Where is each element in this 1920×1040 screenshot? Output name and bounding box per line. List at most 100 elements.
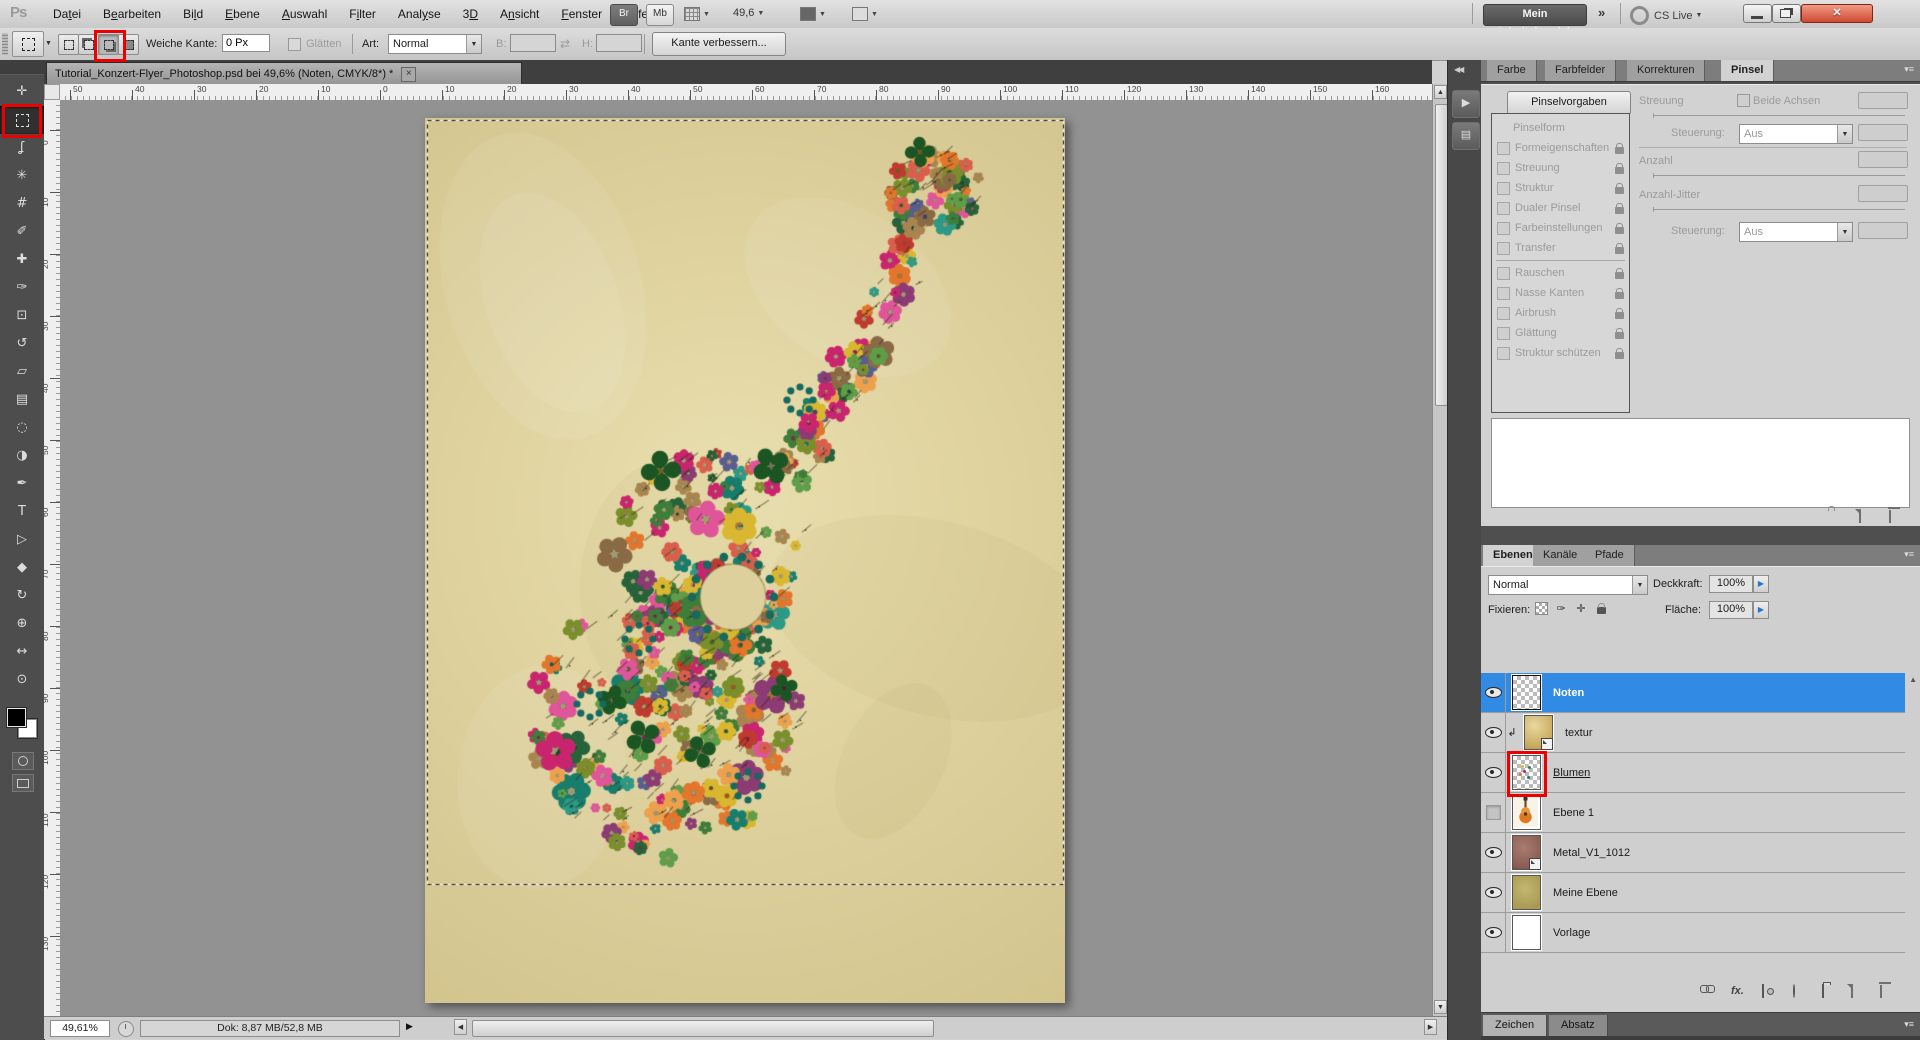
eyedropper-tool[interactable]: ✐: [0, 218, 44, 246]
quick-selection-tool[interactable]: ✳: [0, 162, 44, 190]
eraser-tool[interactable]: ▱: [0, 358, 44, 386]
new-layer-icon[interactable]: [1851, 985, 1853, 997]
layer-name[interactable]: Vorlage: [1553, 927, 1590, 939]
layer-thumbnail[interactable]: [1512, 835, 1541, 870]
brush-section-pinselform[interactable]: Pinselform: [1492, 118, 1629, 138]
layer-name[interactable]: Metal_V1_1012: [1553, 847, 1630, 859]
count-jitter-value-box[interactable]: [1858, 185, 1908, 202]
brush-section-streuung[interactable]: Streuung: [1492, 158, 1629, 178]
menu-analyse[interactable]: Analyse: [387, 0, 452, 28]
checkbox[interactable]: [1497, 347, 1510, 360]
menu-bearbeiten[interactable]: Bearbeiten: [92, 0, 172, 28]
swap-width-height-icon[interactable]: ⇄: [560, 37, 570, 51]
brush-tool[interactable]: ✑: [0, 274, 44, 302]
close-tab-icon[interactable]: ×: [401, 67, 416, 82]
cs-live-menu[interactable]: CS Live▼: [1630, 6, 1702, 25]
tab-zeichen[interactable]: Zeichen: [1483, 1015, 1547, 1036]
brush-presets-button[interactable]: Pinselvorgaben: [1507, 91, 1631, 115]
clone-stamp-tool[interactable]: ⊡: [0, 302, 44, 330]
layer-row-textur[interactable]: ↲textur: [1481, 713, 1905, 753]
foreground-color-swatch[interactable]: [7, 708, 26, 727]
delete-brush-icon[interactable]: [1889, 510, 1905, 523]
panel-menu-icon[interactable]: ▾≡: [1904, 64, 1914, 75]
healing-brush-tool[interactable]: ✚: [0, 246, 44, 274]
brush-section-struktur[interactable]: Struktur: [1492, 178, 1629, 198]
tab-farbe[interactable]: Farbe: [1487, 60, 1537, 81]
layer-thumbnail[interactable]: [1512, 795, 1541, 830]
blur-tool[interactable]: ◌: [0, 414, 44, 442]
style-dropdown[interactable]: Normal▼: [388, 34, 482, 54]
delete-layer-icon[interactable]: [1880, 985, 1882, 997]
gradient-tool[interactable]: ▤: [0, 386, 44, 414]
tool-preset-picker[interactable]: [12, 31, 44, 57]
lock-icon[interactable]: [1615, 207, 1624, 214]
checkbox[interactable]: [1497, 222, 1510, 235]
document-tab[interactable]: Tutorial_Konzert-Flyer_Photoshop.psd bei…: [46, 62, 522, 85]
checkbox[interactable]: [1497, 142, 1510, 155]
control-value-box-1[interactable]: [1858, 124, 1908, 141]
layer-name[interactable]: Ebene 1: [1553, 807, 1594, 819]
layer-mask-icon[interactable]: [1762, 985, 1764, 997]
new-group-icon[interactable]: [1822, 985, 1824, 997]
minimize-button[interactable]: [1743, 4, 1772, 23]
vertical-ruler[interactable]: 0102030405060708090100110120130: [44, 100, 61, 1016]
tab-pfade[interactable]: Pfade: [1585, 545, 1635, 566]
workspace-overflow-chevrons[interactable]: »: [1598, 5, 1605, 20]
checkbox[interactable]: [1497, 162, 1510, 175]
count-value-box[interactable]: [1858, 151, 1908, 168]
layer-thumbnail[interactable]: [1524, 715, 1553, 750]
scroll-right-icon[interactable]: ▶: [1424, 1019, 1437, 1035]
width-input[interactable]: [510, 34, 556, 52]
layer-style-icon[interactable]: fx.: [1731, 985, 1744, 997]
checkbox[interactable]: [1497, 202, 1510, 215]
mini-bridge-button[interactable]: Mb: [646, 4, 674, 26]
menu-ebene[interactable]: Ebene: [214, 0, 271, 28]
brush-section-farbeinstellungen[interactable]: Farbeinstellungen: [1492, 218, 1629, 238]
lock-icon[interactable]: [1615, 187, 1624, 194]
visibility-empty-box[interactable]: [1481, 793, 1506, 832]
scroll-up-icon[interactable]: ▲: [1909, 675, 1917, 684]
scroll-down-icon[interactable]: ▼: [1434, 1000, 1447, 1014]
layer-name[interactable]: textur: [1565, 727, 1593, 739]
visibility-eye-icon[interactable]: [1481, 673, 1506, 712]
layer-thumbnail[interactable]: [1512, 755, 1541, 790]
visibility-eye-icon[interactable]: [1481, 873, 1506, 912]
visibility-eye-icon[interactable]: [1481, 833, 1506, 872]
workspace-button[interactable]: Mein Arbeitsbereich: [1483, 4, 1587, 26]
menu-fenster[interactable]: Fenster: [550, 0, 613, 28]
tab-korrekturen[interactable]: Korrekturen: [1627, 60, 1705, 81]
tab-farbfelder[interactable]: Farbfelder: [1545, 60, 1616, 81]
visibility-eye-icon[interactable]: [1481, 713, 1506, 752]
brush-lock-icon[interactable]: [1827, 510, 1843, 523]
lock-icon[interactable]: [1615, 332, 1624, 339]
launcher-icon[interactable]: ▼: [684, 7, 710, 21]
bridge-button[interactable]: Br: [610, 4, 638, 26]
layer-row-noten[interactable]: Noten: [1481, 673, 1905, 713]
checkbox[interactable]: [1497, 287, 1510, 300]
restore-button[interactable]: [1772, 4, 1801, 23]
shape-tool[interactable]: ◆: [0, 554, 44, 582]
scatter-slider[interactable]: [1653, 115, 1905, 116]
panel-menu-icon[interactable]: ▾≡: [1904, 1019, 1914, 1030]
document-size-info[interactable]: Dok: 8,87 MB/52,8 MB: [140, 1020, 400, 1037]
lock-icon[interactable]: [1615, 352, 1624, 359]
scroll-up-icon[interactable]: ▲: [1434, 85, 1447, 99]
pen-tool[interactable]: ✒: [0, 470, 44, 498]
fill-spinner-icon[interactable]: ▶: [1753, 601, 1769, 619]
document-canvas[interactable]: [425, 118, 1065, 1003]
menu-auswahl[interactable]: Auswahl: [271, 0, 338, 28]
checkbox[interactable]: [1497, 242, 1510, 255]
dodge-tool[interactable]: ◑: [0, 442, 44, 470]
layer-row-vorlage[interactable]: Vorlage: [1481, 913, 1905, 953]
lock-icon[interactable]: [1615, 147, 1624, 154]
opacity-spinner-icon[interactable]: ▶: [1753, 575, 1769, 593]
opacity-value[interactable]: 100%: [1709, 575, 1753, 593]
history-brush-tool[interactable]: ↺: [0, 330, 44, 358]
layer-name[interactable]: Blumen: [1553, 767, 1590, 779]
visibility-eye-icon[interactable]: [1481, 753, 1506, 792]
brush-section-nasse-kanten[interactable]: Nasse Kanten: [1492, 283, 1629, 303]
antialias-checkbox[interactable]: [288, 38, 301, 51]
ruler-corner[interactable]: [44, 84, 60, 100]
both-axes-checkbox[interactable]: [1737, 94, 1750, 107]
blend-mode-dropdown[interactable]: Normal▼: [1488, 575, 1648, 595]
